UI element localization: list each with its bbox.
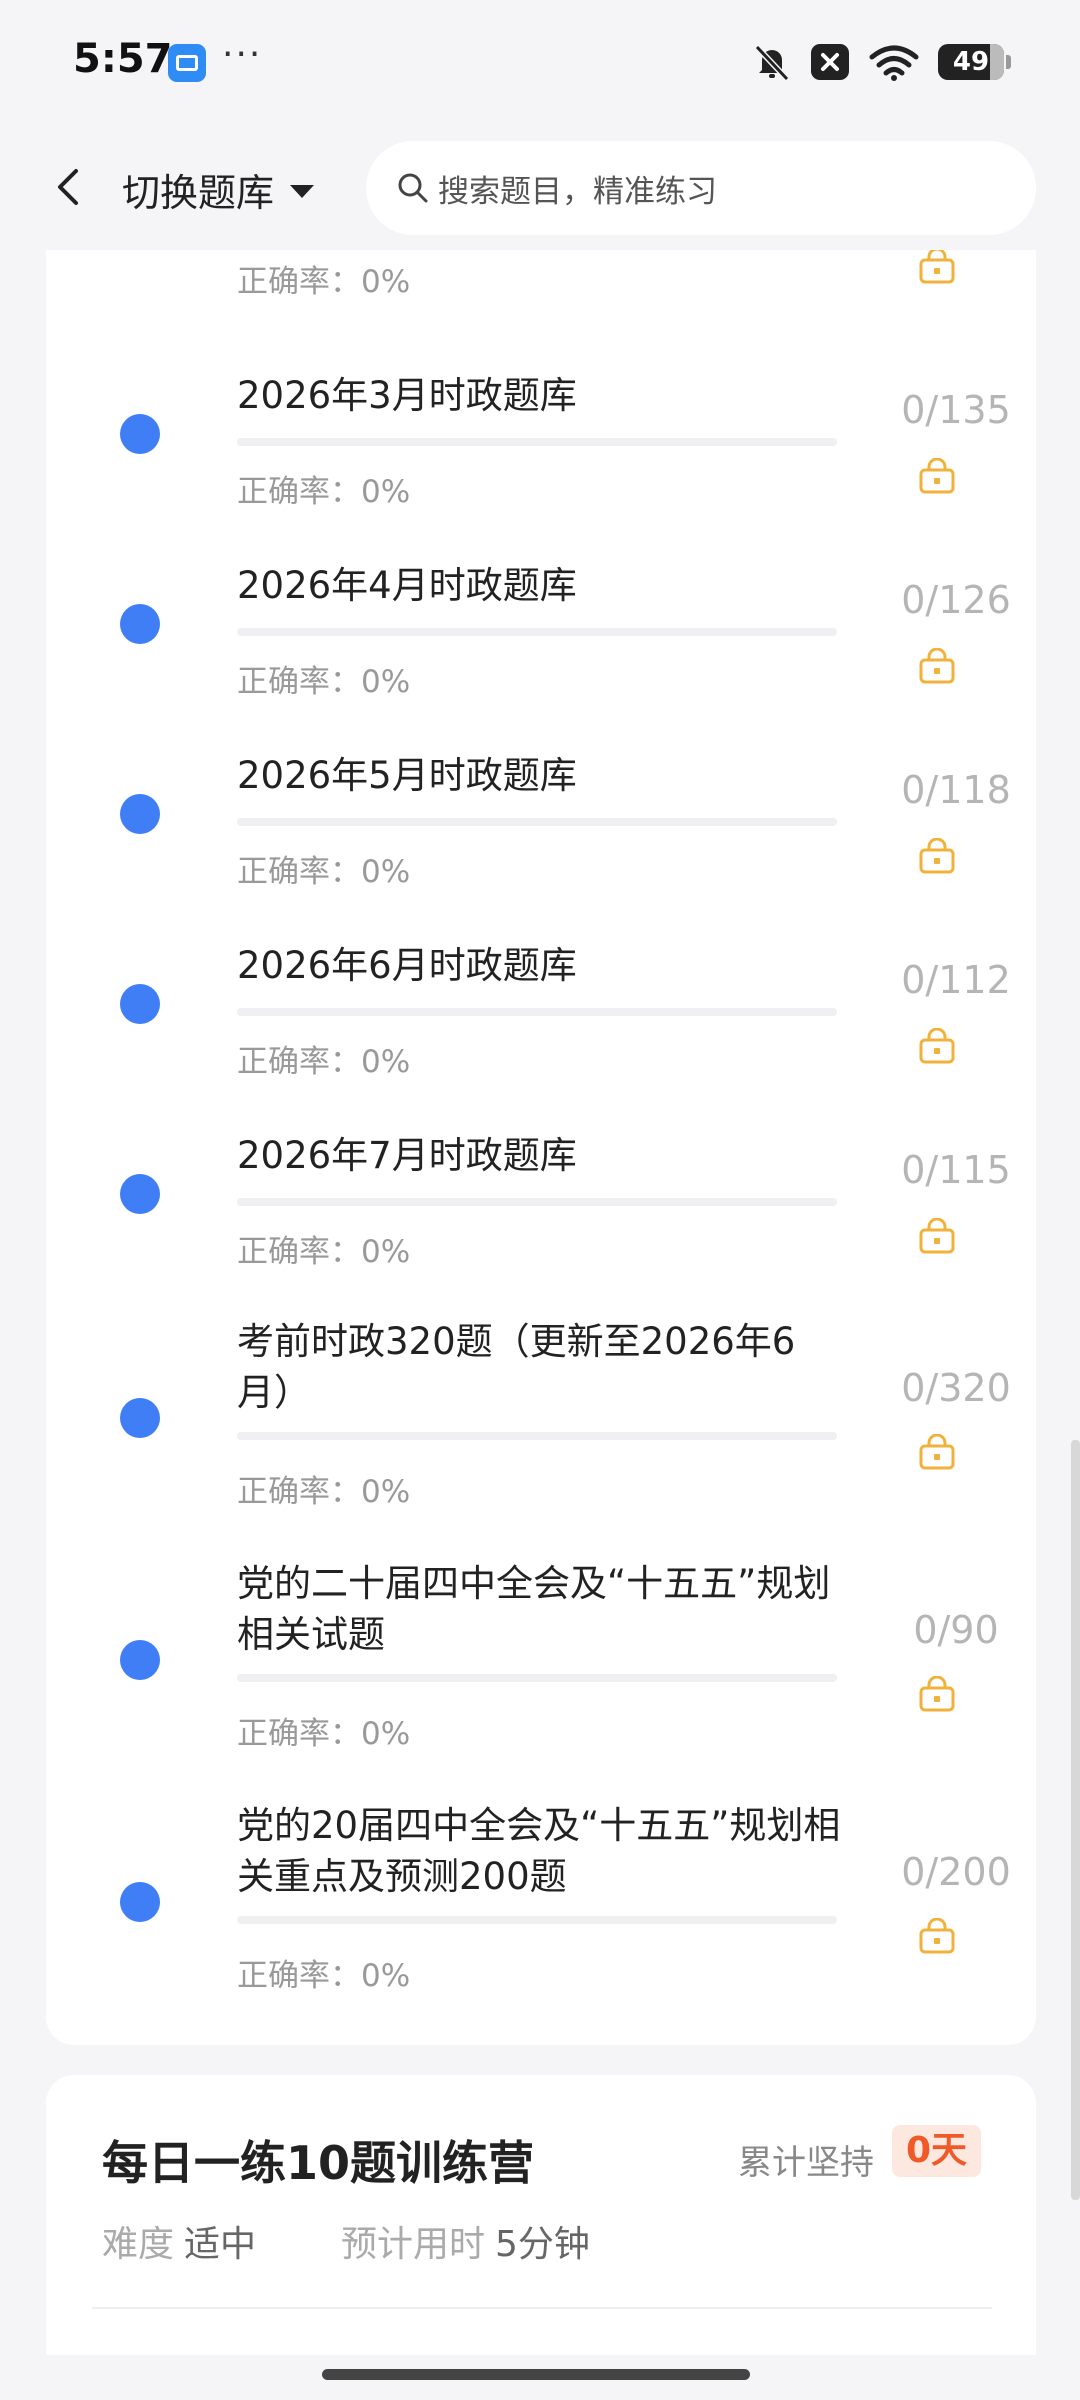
camp-title: 每日一练10题训练营: [102, 2136, 535, 2190]
bell-muted-icon: [754, 44, 790, 82]
progress-bar: [237, 1674, 837, 1682]
status-dot: [120, 1398, 160, 1438]
status-icons: 49: [752, 40, 1011, 84]
caret-down-icon: [290, 184, 315, 198]
more-notifications-icon: ···: [222, 34, 263, 75]
question-count: 0/135: [901, 388, 1011, 432]
wallet-app-icon: [168, 44, 206, 82]
lock-icon: [919, 838, 955, 874]
bank-title: 2026年5月时政题库: [237, 754, 577, 797]
question-count: 0/200: [901, 1850, 1011, 1894]
bank-title: 2026年4月时政题库: [237, 564, 577, 607]
progress-bar: [237, 1198, 837, 1206]
accuracy-text: 正确率：0%: [237, 264, 411, 300]
question-count: 0/126: [901, 578, 1011, 622]
page-title: 切换题库: [122, 170, 275, 215]
bank-title: 2026年7月时政题库: [237, 1134, 577, 1177]
lock-icon: [919, 1028, 955, 1064]
switch-bank-dropdown[interactable]: 切换题库: [122, 161, 315, 217]
lock-icon: [919, 648, 955, 684]
question-bank-list: 正确率：0% 2026年3月时政题库 正确率：0% 0/135 2026年4月时…: [46, 134, 1036, 2045]
divider: [92, 2307, 992, 2309]
lock-icon: [919, 458, 955, 494]
battery-level: 49: [952, 47, 990, 77]
lock-icon: [919, 1918, 955, 1954]
progress-bar: [237, 1916, 837, 1924]
bank-title: 党的二十届四中全会及“十五五”规划相关试题: [237, 1562, 831, 1656]
streak-badge: 0天: [892, 2125, 982, 2177]
question-count: 0/115: [901, 1148, 1011, 1192]
status-time: 5:57: [73, 36, 173, 82]
progress-bar: [237, 628, 837, 636]
accuracy-text: 正确率：0%: [237, 664, 411, 700]
wifi-icon: [869, 45, 919, 81]
estimated-time-info: 预计用时 5分钟: [341, 2224, 590, 2265]
search-placeholder: 搜索题目，精准练习: [438, 173, 717, 210]
status-dot: [120, 1882, 160, 1922]
bank-title: 考前时政320题（更新至2026年6月）: [237, 1320, 796, 1414]
progress-bar: [237, 1008, 837, 1016]
accuracy-text: 正确率：0%: [237, 1044, 411, 1080]
lock-icon: [919, 248, 955, 284]
accuracy-text: 正确率：0%: [237, 854, 411, 890]
lock-icon: [919, 1676, 955, 1712]
progress-bar: [237, 1432, 837, 1440]
scrollbar[interactable]: [1071, 1440, 1080, 2200]
accuracy-text: 正确率：0%: [237, 1958, 411, 1994]
sim-blocked-icon: [811, 44, 849, 80]
accuracy-text: 正确率：0%: [237, 1716, 411, 1752]
lock-icon: [919, 1434, 955, 1470]
question-count: 0/320: [901, 1366, 1011, 1410]
status-bar: 5:57 ··· 49: [0, 0, 1080, 125]
status-dot: [120, 984, 160, 1024]
accuracy-text: 正确率：0%: [237, 1234, 411, 1270]
search-input[interactable]: 搜索题目，精准练习: [366, 141, 1036, 235]
accuracy-text: 正确率：0%: [237, 1474, 411, 1510]
back-arrow-icon[interactable]: [40, 155, 100, 219]
battery-icon: 49: [938, 44, 1011, 80]
bank-title: 2026年3月时政题库: [237, 374, 577, 417]
status-dot: [120, 414, 160, 454]
difficulty-info: 难度 适中: [102, 2224, 257, 2265]
status-dot: [120, 794, 160, 834]
status-dot: [120, 1174, 160, 1214]
home-indicator[interactable]: [322, 2369, 750, 2380]
lock-icon: [919, 1218, 955, 1254]
status-dot: [120, 604, 160, 644]
question-count: 0/112: [901, 958, 1011, 1002]
search-icon: [398, 173, 428, 203]
accuracy-text: 正确率：0%: [237, 474, 411, 510]
bank-title: 党的20届四中全会及“十五五”规划相关重点及预测200题: [237, 1804, 841, 1898]
progress-bar: [237, 818, 837, 826]
status-dot: [120, 1640, 160, 1680]
question-count: 0/90: [913, 1608, 999, 1652]
streak-label: 累计坚持: [738, 2143, 874, 2183]
progress-bar: [237, 438, 837, 446]
question-count: 0/118: [901, 768, 1011, 812]
daily-practice-card[interactable]: 每日一练10题训练营 累计坚持 0天 难度 适中 预计用时 5分钟: [46, 2075, 1036, 2355]
bank-title: 2026年6月时政题库: [237, 944, 577, 987]
top-header: 切换题库 搜索题目，精准练习: [0, 125, 1080, 250]
